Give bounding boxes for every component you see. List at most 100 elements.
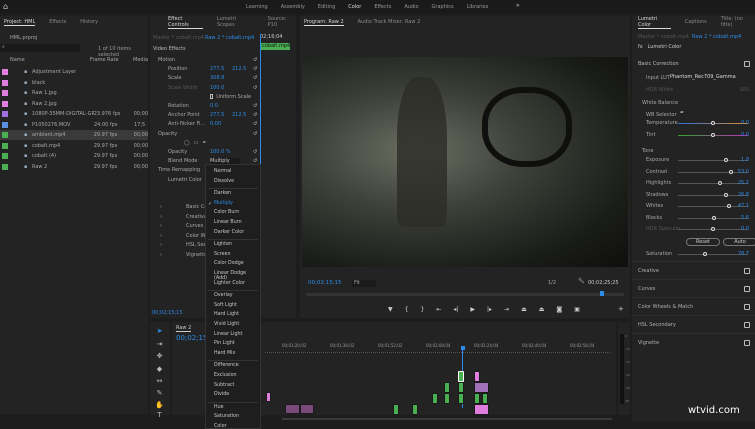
reset-icon[interactable]: ↺ [253,121,257,127]
label-color[interactable] [2,90,8,96]
section-checkbox[interactable] [744,285,750,292]
track-select-tool-icon[interactable]: ⇥ [155,340,164,349]
tab[interactable]: Effect Controls [168,16,203,29]
menu-item-difference[interactable]: Difference [214,363,239,368]
project-item[interactable]: ▪ cobalt.mp4 29.97 fps 00;00 [0,141,148,151]
step-back-icon[interactable]: ◂| [453,306,458,313]
go-to-out-icon[interactable]: ⇥ [504,306,509,313]
label-color[interactable] [2,100,8,107]
label-color[interactable] [2,163,8,170]
menu-item-dissolve[interactable]: Dissolve [214,179,234,184]
reset-icon[interactable]: ↺ [253,149,257,155]
tab[interactable]: Captions [685,19,707,25]
clip[interactable] [432,393,438,404]
lumetri-clip[interactable]: Raw 2 * cobalt.mp4 [692,34,741,40]
uniform-scale-checkbox[interactable] [210,94,214,100]
menu-item-divide[interactable]: Divide [214,392,229,397]
program-playhead[interactable] [600,291,604,296]
tab[interactable]: Title: (no title) [721,16,755,28]
property-value[interactable]: 277.5 [210,112,232,118]
ripple-edit-tool-icon[interactable]: ✥ [155,352,164,361]
property-value[interactable]: 277.5 [210,66,232,72]
slider-exposure[interactable] [678,158,748,162]
property-value[interactable]: 0.0 [210,103,232,109]
tab[interactable]: Lumetri Color [638,16,671,29]
section-checkbox[interactable] [744,339,750,346]
lift-icon[interactable]: ⏏ [521,306,527,313]
project-item[interactable]: ▪ P1050276.MOV 24.00 fps 17;5 [0,120,148,130]
clip[interactable] [482,393,488,404]
clip[interactable] [474,393,480,404]
menu-item-normal[interactable]: Normal [214,169,231,174]
rect-mask-icon[interactable]: ▭ [194,140,199,146]
play-icon[interactable]: ▶ [470,306,475,313]
project-item[interactable]: ▪ Raw 2.jpg [0,99,148,109]
clip[interactable] [474,371,480,382]
lumetri-effect-select[interactable]: Lumetri Color [648,44,682,50]
reset-icon[interactable]: ↺ [253,66,257,72]
clip[interactable] [444,393,450,404]
search-input[interactable]: ⌕ [0,44,80,52]
reset-icon[interactable]: ↺ [253,103,257,109]
menu-item-exclusion[interactable]: Exclusion [214,373,237,378]
white-balance-header[interactable]: White Balance [642,100,678,106]
mark-out-icon[interactable]: } [420,306,424,313]
project-item[interactable]: ▪ cobalt (4) 29.97 fps 00;00 [0,151,148,161]
menu-item-lighter-color[interactable]: Lighter Color [214,281,245,286]
pen-mask-icon[interactable]: ✒ [202,140,206,146]
home-icon[interactable]: ⌂ [3,2,8,11]
reset-icon[interactable]: ↺ [253,75,257,81]
menu-item-vivid-light[interactable]: Vivid Light [214,322,239,327]
resolution-select[interactable]: 1/2 [548,280,556,286]
menu-item-color-burn[interactable]: Color Burn [214,210,239,215]
mark-in-icon[interactable]: { [405,306,409,313]
reset-icon[interactable]: ↺ [253,57,257,63]
workspace-tab-graphics[interactable]: Graphics [432,4,454,10]
type-tool-icon[interactable]: T [155,411,164,420]
slider-value[interactable]: 5.6 [741,215,749,221]
lumetri-section-curves[interactable]: Curves [632,279,755,297]
clip[interactable] [412,404,418,415]
workspace-tab-audio[interactable]: Audio [404,4,418,10]
lumetri-section-color-wheels-match[interactable]: Color Wheels & Match [632,297,755,315]
pen-tool-icon[interactable]: ✎ [155,389,164,398]
slider-knob[interactable] [723,158,728,162]
slider-temperature[interactable] [678,121,748,125]
menu-item-overlay[interactable]: Overlay [214,293,233,298]
clip[interactable] [444,382,450,393]
label-color[interactable] [2,132,8,138]
label-color[interactable] [2,111,8,117]
clip[interactable] [458,393,464,404]
project-item[interactable]: ▪ Raw 1.jpg [0,88,148,98]
slider-knob[interactable] [718,181,722,185]
property-value-2[interactable]: 212.5 [232,66,246,72]
saturation-value[interactable]: 78.7 [738,251,749,257]
clip[interactable] [393,404,399,415]
col-frame-rate[interactable]: Frame Rate [90,57,119,63]
menu-item-lighten[interactable]: Lighten [214,242,232,247]
slider-value[interactable]: 53.0 [738,169,749,175]
add-marker-icon[interactable]: ▼ [388,306,393,313]
label-color[interactable] [2,153,8,159]
property-value[interactable]: 100.0 % [210,149,232,155]
selection-tool-icon[interactable]: ➤ [155,327,164,336]
basic-correction-header[interactable]: Basic Correction [638,61,679,67]
menu-item-hue[interactable]: Hue [214,405,224,410]
label-color[interactable] [2,79,8,86]
input-lut-select[interactable]: Phantom_Rec709_Gamma [670,74,752,81]
lumetri-section-creative[interactable]: Creative [632,261,755,279]
slider-value[interactable]: 1.8 [741,157,749,163]
menu-item-darken[interactable]: Darken [214,191,231,196]
slip-tool-icon[interactable]: ↔ [155,377,164,386]
reset-button[interactable]: Reset [686,238,720,246]
slider-knob[interactable] [711,227,715,231]
menu-item-multiply[interactable]: Multiply [214,201,233,206]
workspace-tab-learning[interactable]: Learning [246,4,268,10]
program-timecode[interactable]: 00;02;15;15 [308,280,342,286]
section-checkbox[interactable] [744,303,750,310]
reset-icon[interactable]: ↺ [253,112,257,118]
slider-hdr-specular[interactable] [678,227,748,231]
basic-correction-checkbox[interactable] [744,61,750,67]
menu-item-color-dodge[interactable]: Color Dodge [214,261,244,266]
slider-knob[interactable] [723,192,728,197]
